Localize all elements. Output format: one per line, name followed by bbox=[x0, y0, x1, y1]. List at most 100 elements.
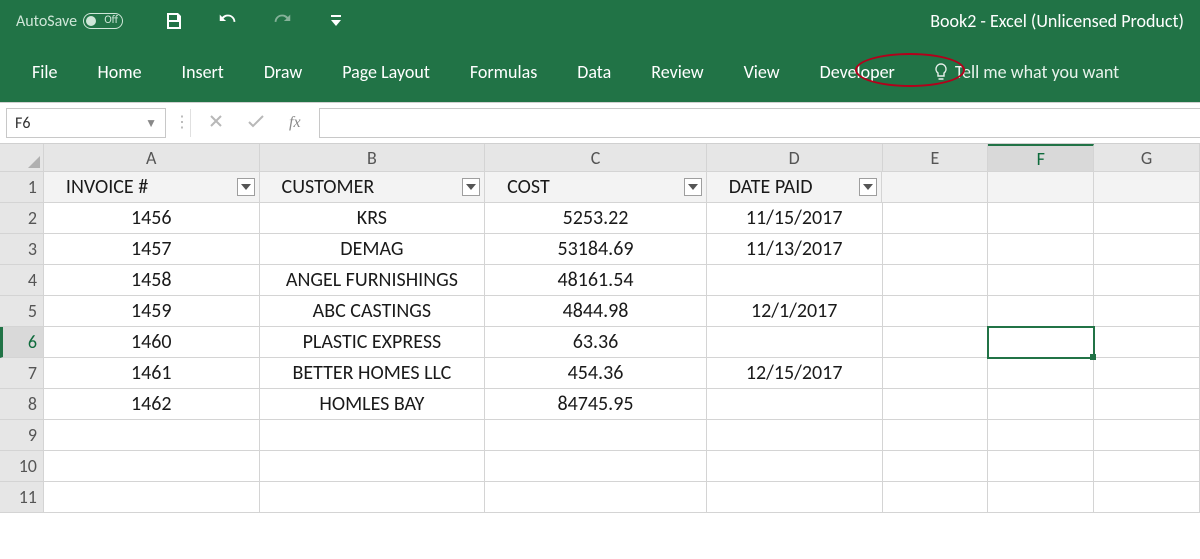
cell-F10[interactable] bbox=[988, 451, 1094, 482]
row-header-8[interactable]: 8 bbox=[0, 389, 44, 420]
tab-file[interactable]: File bbox=[30, 59, 60, 85]
cell-B2[interactable]: KRS bbox=[260, 203, 486, 234]
cell-D8[interactable] bbox=[707, 389, 883, 420]
cell-E6[interactable] bbox=[883, 327, 989, 358]
cell-G10[interactable] bbox=[1094, 451, 1200, 482]
cell-A2[interactable]: 1456 bbox=[44, 203, 260, 234]
cell-G9[interactable] bbox=[1094, 420, 1200, 451]
cell-C5[interactable]: 4844.98 bbox=[485, 296, 707, 327]
cell-G6[interactable] bbox=[1094, 327, 1200, 358]
cell-B10[interactable] bbox=[260, 451, 486, 482]
cell-F11[interactable] bbox=[988, 482, 1094, 513]
cell-D11[interactable] bbox=[707, 482, 883, 513]
cell-B11[interactable] bbox=[260, 482, 486, 513]
cell-E4[interactable] bbox=[883, 265, 989, 296]
row-header-1[interactable]: 1 bbox=[0, 172, 44, 203]
select-all-corner[interactable] bbox=[0, 144, 44, 172]
cell-E3[interactable] bbox=[883, 234, 989, 265]
spreadsheet-grid[interactable]: ABCDEFG 1INVOICE #CUSTOMERCOSTDATE PAID 2… bbox=[0, 144, 1200, 513]
undo-icon[interactable] bbox=[217, 10, 239, 32]
filter-dropdown-icon[interactable] bbox=[237, 178, 255, 196]
cell-G8[interactable] bbox=[1094, 389, 1200, 420]
cell-B3[interactable]: DEMAG bbox=[260, 234, 486, 265]
cell-B7[interactable]: BETTER HOMES LLC bbox=[260, 358, 486, 389]
cell-D6[interactable] bbox=[707, 327, 883, 358]
column-header-B[interactable]: B bbox=[260, 144, 486, 172]
cell-D2[interactable]: 11/15/2017 bbox=[707, 203, 883, 234]
cell-B1[interactable]: CUSTOMER bbox=[260, 172, 486, 203]
filter-dropdown-icon[interactable] bbox=[859, 178, 877, 196]
autosave-toggle[interactable]: AutoSave Off bbox=[16, 12, 123, 31]
row-header-2[interactable]: 2 bbox=[0, 203, 44, 234]
filter-dropdown-icon[interactable] bbox=[684, 178, 702, 196]
cell-G11[interactable] bbox=[1094, 482, 1200, 513]
name-box[interactable]: F6 ▼ bbox=[6, 108, 166, 138]
row-header-7[interactable]: 7 bbox=[0, 358, 44, 389]
cell-G2[interactable] bbox=[1094, 203, 1200, 234]
column-header-A[interactable]: A bbox=[44, 144, 260, 172]
cell-F5[interactable] bbox=[988, 296, 1094, 327]
column-header-E[interactable]: E bbox=[883, 144, 989, 172]
cell-F1[interactable] bbox=[988, 172, 1094, 203]
cell-B9[interactable] bbox=[260, 420, 486, 451]
cell-F3[interactable] bbox=[988, 234, 1094, 265]
cell-C2[interactable]: 5253.22 bbox=[485, 203, 707, 234]
cell-C9[interactable] bbox=[485, 420, 707, 451]
cell-D4[interactable] bbox=[707, 265, 883, 296]
cell-A11[interactable] bbox=[44, 482, 260, 513]
row-header-11[interactable]: 11 bbox=[0, 482, 44, 513]
cell-A3[interactable]: 1457 bbox=[44, 234, 260, 265]
tab-page-layout[interactable]: Page Layout bbox=[340, 59, 432, 85]
cell-A1[interactable]: INVOICE # bbox=[44, 172, 260, 203]
cell-G7[interactable] bbox=[1094, 358, 1200, 389]
tab-view[interactable]: View bbox=[742, 59, 782, 85]
cell-B6[interactable]: PLASTIC EXPRESS bbox=[260, 327, 486, 358]
cell-D9[interactable] bbox=[707, 420, 883, 451]
cell-F4[interactable] bbox=[988, 265, 1094, 296]
formula-input[interactable] bbox=[319, 108, 1200, 138]
cell-E5[interactable] bbox=[883, 296, 989, 327]
cell-D1[interactable]: DATE PAID bbox=[707, 172, 883, 203]
cell-B5[interactable]: ABC CASTINGS bbox=[260, 296, 486, 327]
cell-A9[interactable] bbox=[44, 420, 260, 451]
cell-C11[interactable] bbox=[485, 482, 707, 513]
tab-draw[interactable]: Draw bbox=[262, 59, 304, 85]
tab-home[interactable]: Home bbox=[96, 59, 144, 85]
tab-formulas[interactable]: Formulas bbox=[468, 59, 539, 85]
name-box-resize-handle[interactable]: ⋮ bbox=[174, 120, 182, 126]
cell-C4[interactable]: 48161.54 bbox=[485, 265, 707, 296]
cell-A10[interactable] bbox=[44, 451, 260, 482]
cell-A7[interactable]: 1461 bbox=[44, 358, 260, 389]
filter-dropdown-icon[interactable] bbox=[462, 178, 480, 196]
column-header-G[interactable]: G bbox=[1094, 144, 1200, 172]
cell-D5[interactable]: 12/1/2017 bbox=[707, 296, 883, 327]
tab-developer[interactable]: Developer bbox=[818, 59, 897, 85]
cell-E2[interactable] bbox=[883, 203, 989, 234]
cell-E7[interactable] bbox=[883, 358, 989, 389]
column-header-D[interactable]: D bbox=[707, 144, 883, 172]
cancel-icon[interactable] bbox=[209, 114, 223, 133]
tab-insert[interactable]: Insert bbox=[180, 59, 226, 85]
cell-A6[interactable]: 1460 bbox=[44, 327, 260, 358]
tell-me-search[interactable]: Tell me what you want bbox=[933, 61, 1119, 83]
cell-C8[interactable]: 84745.95 bbox=[485, 389, 707, 420]
cell-E1[interactable] bbox=[882, 172, 988, 203]
cell-F6[interactable] bbox=[988, 327, 1094, 358]
cell-C1[interactable]: COST bbox=[485, 172, 707, 203]
cell-C6[interactable]: 63.36 bbox=[485, 327, 707, 358]
save-icon[interactable] bbox=[163, 10, 185, 32]
cell-D7[interactable]: 12/15/2017 bbox=[707, 358, 883, 389]
cell-F7[interactable] bbox=[988, 358, 1094, 389]
cell-C10[interactable] bbox=[485, 451, 707, 482]
row-header-10[interactable]: 10 bbox=[0, 451, 44, 482]
cell-G3[interactable] bbox=[1094, 234, 1200, 265]
row-header-3[interactable]: 3 bbox=[0, 234, 44, 265]
row-header-5[interactable]: 5 bbox=[0, 296, 44, 327]
cell-E8[interactable] bbox=[883, 389, 989, 420]
cell-A4[interactable]: 1458 bbox=[44, 265, 260, 296]
column-header-C[interactable]: C bbox=[485, 144, 707, 172]
column-header-F[interactable]: F bbox=[988, 144, 1094, 172]
redo-icon[interactable] bbox=[271, 10, 293, 32]
cell-F9[interactable] bbox=[988, 420, 1094, 451]
cell-B4[interactable]: ANGEL FURNISHINGS bbox=[260, 265, 486, 296]
